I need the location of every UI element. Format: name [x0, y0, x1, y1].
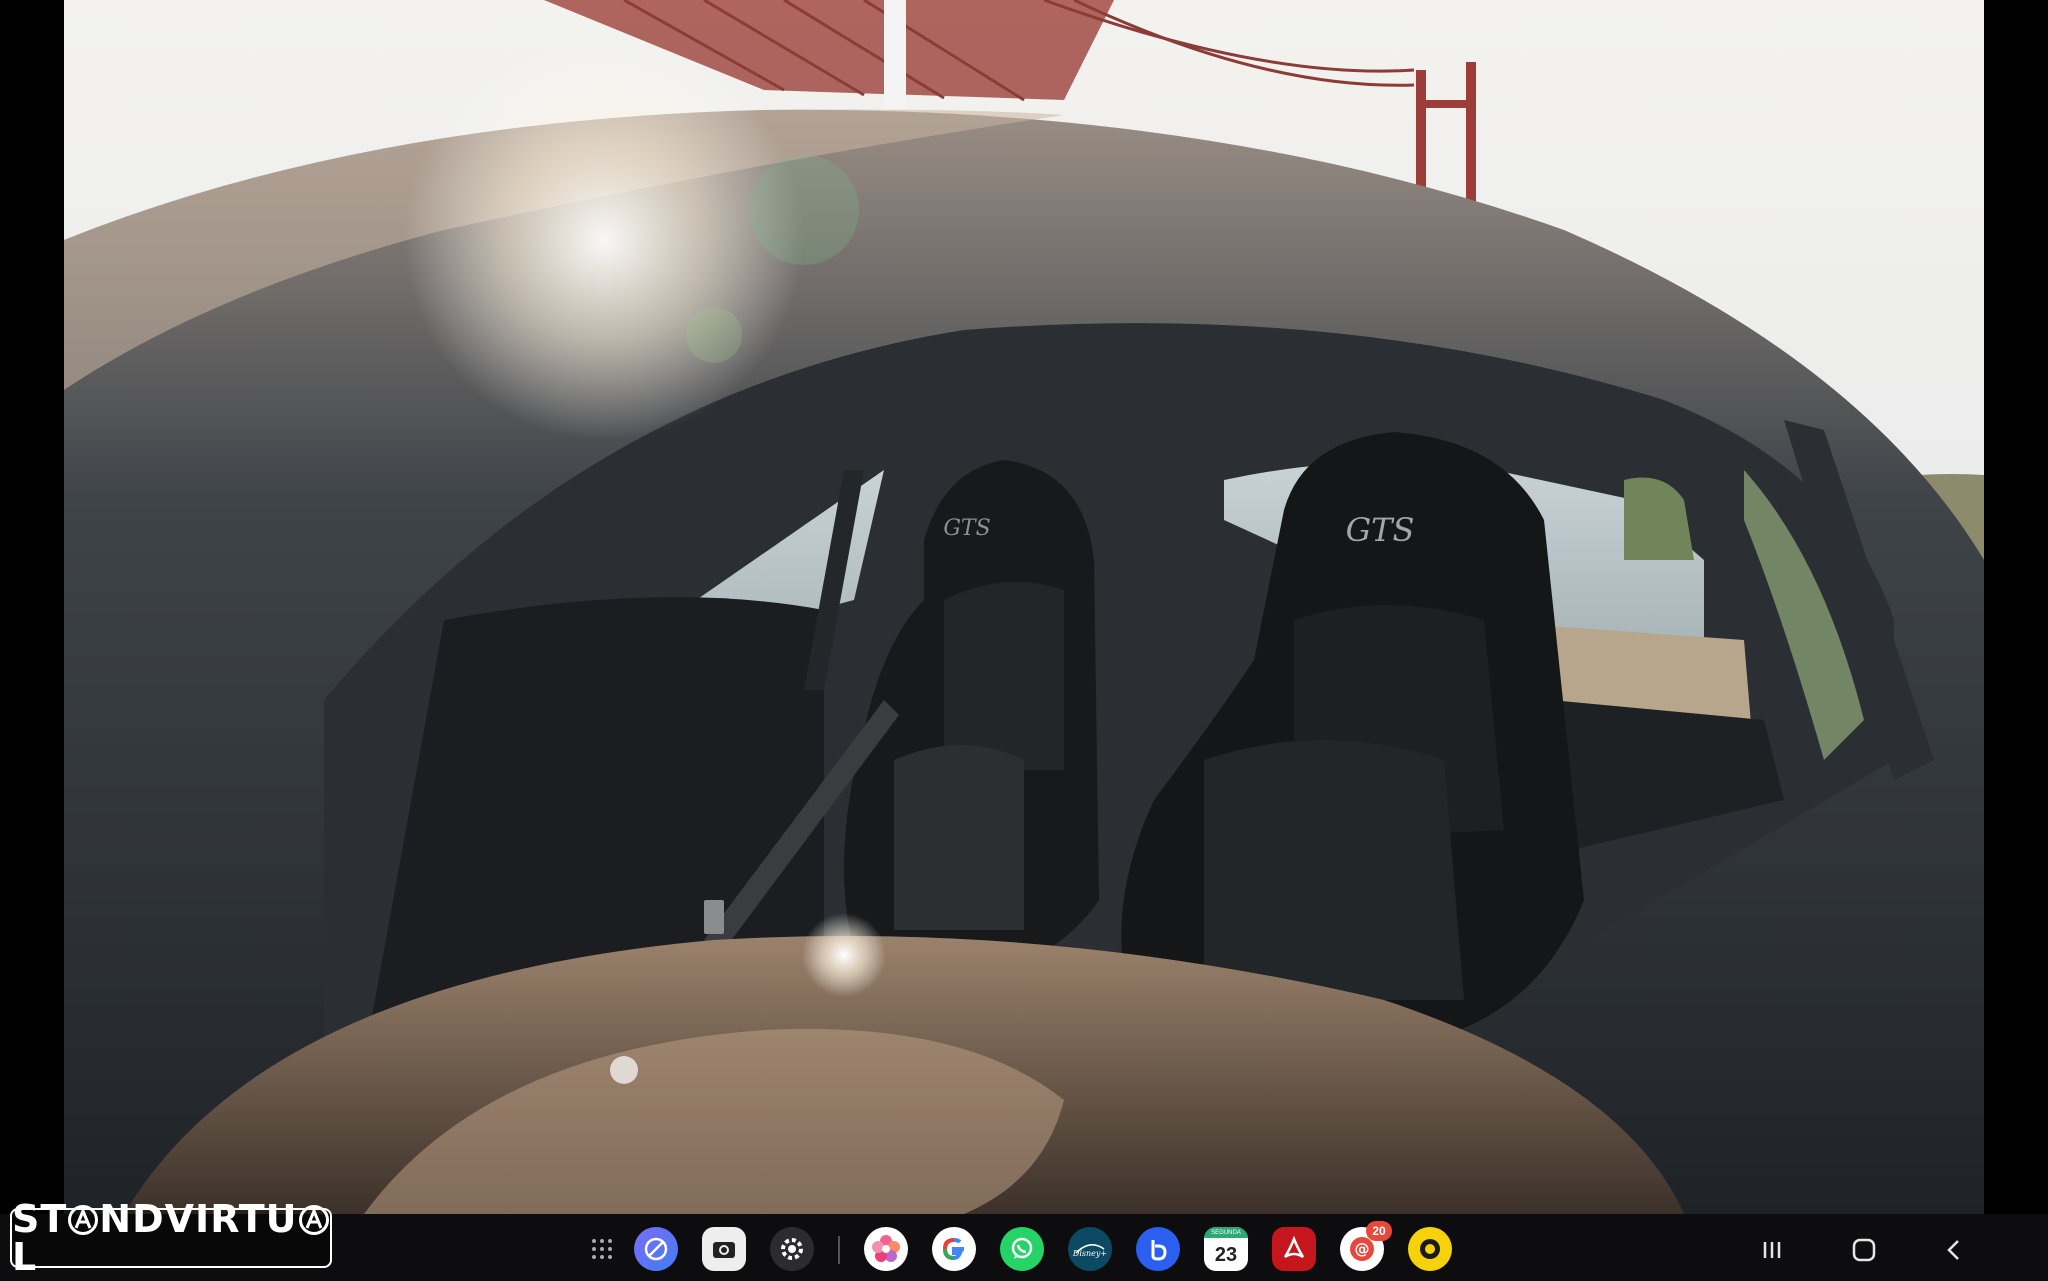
logo-text: ST NDVIRTUL: [12, 1200, 330, 1276]
calendar-day: 23: [1214, 1244, 1238, 1266]
settings-app[interactable]: [770, 1227, 814, 1271]
acrobat-app[interactable]: [1272, 1227, 1316, 1271]
car-interior-photo: GTS GTS: [64, 0, 1984, 1214]
recents-icon: [1763, 1242, 1781, 1258]
right-letterbox: [1984, 0, 2048, 1214]
google-icon: [942, 1237, 964, 1261]
left-letterbox: [0, 0, 64, 1214]
grid-dots-icon: [592, 1239, 612, 1259]
bixby-app[interactable]: [1136, 1227, 1180, 1271]
email-badge: 20: [1366, 1221, 1392, 1241]
browser-icon: [644, 1237, 668, 1261]
calendar-weekday: SEGUNDA: [1211, 1230, 1241, 1236]
email-app[interactable]: @ 20: [1340, 1221, 1392, 1271]
home-icon: [1852, 1238, 1876, 1262]
disney-plus-app[interactable]: Disney+: [1068, 1227, 1112, 1271]
camera-icon: [713, 1242, 735, 1258]
record-icon: [1420, 1239, 1440, 1259]
gallery-app[interactable]: [864, 1227, 908, 1271]
recents-button[interactable]: [1750, 1232, 1794, 1268]
app-drawer-button[interactable]: [580, 1227, 624, 1271]
whatsapp-app[interactable]: [1000, 1227, 1044, 1271]
back-button[interactable]: [1932, 1232, 1976, 1268]
google-app[interactable]: [932, 1227, 976, 1271]
disney-plus-icon: Disney+: [1072, 1244, 1107, 1258]
standvirtual-logo: ST NDVIRTUL: [10, 1200, 332, 1276]
home-button[interactable]: [1842, 1232, 1886, 1268]
seat-embroidery-right: GTS: [1346, 511, 1415, 549]
back-icon: [1947, 1240, 1959, 1260]
svg-text:Disney+: Disney+: [1072, 1249, 1107, 1258]
whatsapp-icon: [1011, 1237, 1033, 1259]
svg-text:@: @: [1355, 1240, 1370, 1258]
seat-embroidery-left: GTS: [943, 516, 990, 541]
bixby-icon: [1151, 1240, 1167, 1261]
flower-icon: [872, 1235, 900, 1262]
calendar-app[interactable]: SEGUNDA 23: [1204, 1227, 1248, 1271]
acrobat-icon: [1283, 1235, 1305, 1259]
taskbar-divider: [838, 1236, 840, 1264]
gear-icon: [781, 1238, 803, 1260]
camera-app[interactable]: [702, 1227, 746, 1271]
screen-recorder-app[interactable]: [1408, 1227, 1452, 1271]
internet-browser-app[interactable]: [634, 1227, 678, 1271]
